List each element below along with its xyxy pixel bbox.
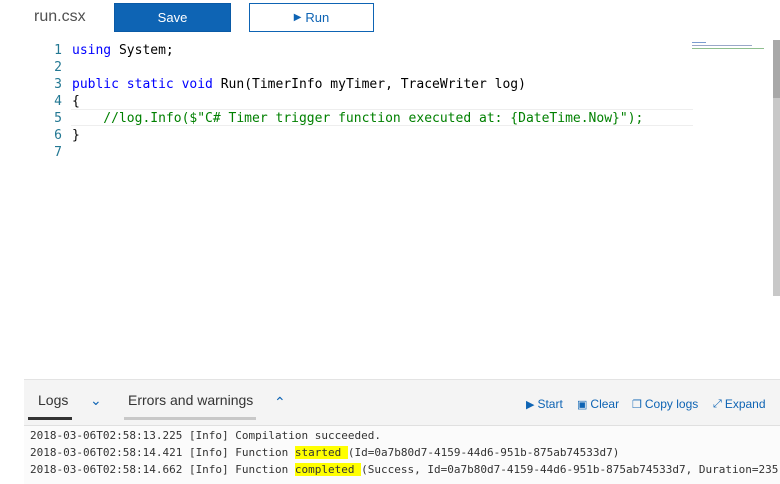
code-text: //log.Info($"C# Timer trigger function e… — [72, 110, 643, 127]
log-text: (Success, Id=0a7b80d7-4159-44d6-951b-875… — [361, 463, 779, 476]
clear-button[interactable]: ▣ Clear — [577, 397, 619, 411]
line-number: 6 — [54, 128, 62, 143]
run-button[interactable]: ▶ Run — [249, 3, 374, 32]
log-text: 2018-03-06T02:58:14.662 [Info] Function — [30, 463, 295, 476]
chevron-down-icon[interactable]: ⌄ — [90, 392, 102, 409]
chevron-up-icon[interactable]: ⌃ — [274, 394, 286, 411]
tab-errors-warnings[interactable]: Errors and warnings — [128, 392, 253, 408]
log-highlight: started — [294, 446, 348, 459]
line-number: 1 — [54, 43, 62, 58]
start-label: Start — [537, 397, 563, 411]
log-line: 2018-03-06T02:58:14.662 [Info] Function … — [30, 462, 778, 478]
copy-logs-button[interactable]: ❐ Copy logs — [632, 397, 698, 411]
minimap[interactable] — [692, 42, 768, 54]
save-button[interactable]: Save — [114, 3, 231, 32]
tab-logs[interactable]: Logs — [38, 392, 68, 408]
line-number: 2 — [54, 60, 62, 75]
file-name: run.csx — [34, 8, 86, 25]
start-button[interactable]: ▶ Start — [526, 397, 563, 411]
tab-logs-underline — [28, 417, 72, 420]
code-token: } — [72, 128, 80, 143]
code-token: { — [72, 94, 80, 109]
code-token: public static void — [72, 77, 213, 92]
tab-errors-underline — [124, 417, 256, 420]
line-number: 5 — [54, 111, 62, 126]
play-icon: ▶ — [293, 12, 302, 23]
run-button-label: Run — [305, 10, 330, 25]
log-line: 2018-03-06T02:58:13.225 [Info] Compilati… — [30, 428, 381, 444]
eraser-icon: ▣ — [577, 398, 588, 411]
expand-button[interactable]: ⤢ Expand — [713, 397, 766, 411]
line-number: 3 — [54, 77, 62, 92]
code-text: } — [72, 127, 80, 144]
expand-label: Expand — [724, 397, 766, 411]
line-number: 4 — [54, 94, 62, 109]
log-text: (Id=0a7b80d7-4159-44d6-951b-875ab74533d7… — [347, 446, 620, 459]
editor-scrollbar-thumb[interactable] — [773, 40, 780, 98]
log-highlight: completed — [294, 463, 362, 476]
clear-label: Clear — [590, 397, 620, 411]
logs-output[interactable]: 2018-03-06T02:58:13.225 [Info] Compilati… — [24, 425, 780, 484]
log-text: 2018-03-06T02:58:14.421 [Info] Function — [30, 446, 295, 459]
code-editor[interactable]: 1 using System; 2 3 public static void Run(T… — [24, 40, 772, 376]
code-text: using System; — [72, 42, 174, 59]
code-token: //log.Info($"C# Timer trigger function e… — [72, 111, 644, 126]
log-text: 2018-03-06T02:58:13.225 [Info] Compilati… — [30, 429, 381, 442]
line-number: 7 — [54, 145, 62, 160]
copy-logs-label: Copy logs — [644, 397, 699, 411]
play-icon: ▶ — [526, 398, 535, 411]
code-token: Run(TimerInfo myTimer, TraceWriter log) — [212, 77, 526, 92]
log-line: 2018-03-06T02:58:14.421 [Info] Function … — [30, 445, 619, 461]
expand-icon: ⤢ — [713, 397, 722, 410]
logs-panel-header: Logs ⌄ Errors and warnings ⌃ ▶ Start ▣ C… — [24, 379, 780, 425]
copy-icon: ❐ — [632, 398, 642, 411]
code-token: System; — [111, 43, 174, 58]
code-token: using — [72, 43, 112, 58]
code-text: { — [72, 93, 80, 110]
code-text: public static void Run(TimerInfo myTimer… — [72, 76, 526, 93]
